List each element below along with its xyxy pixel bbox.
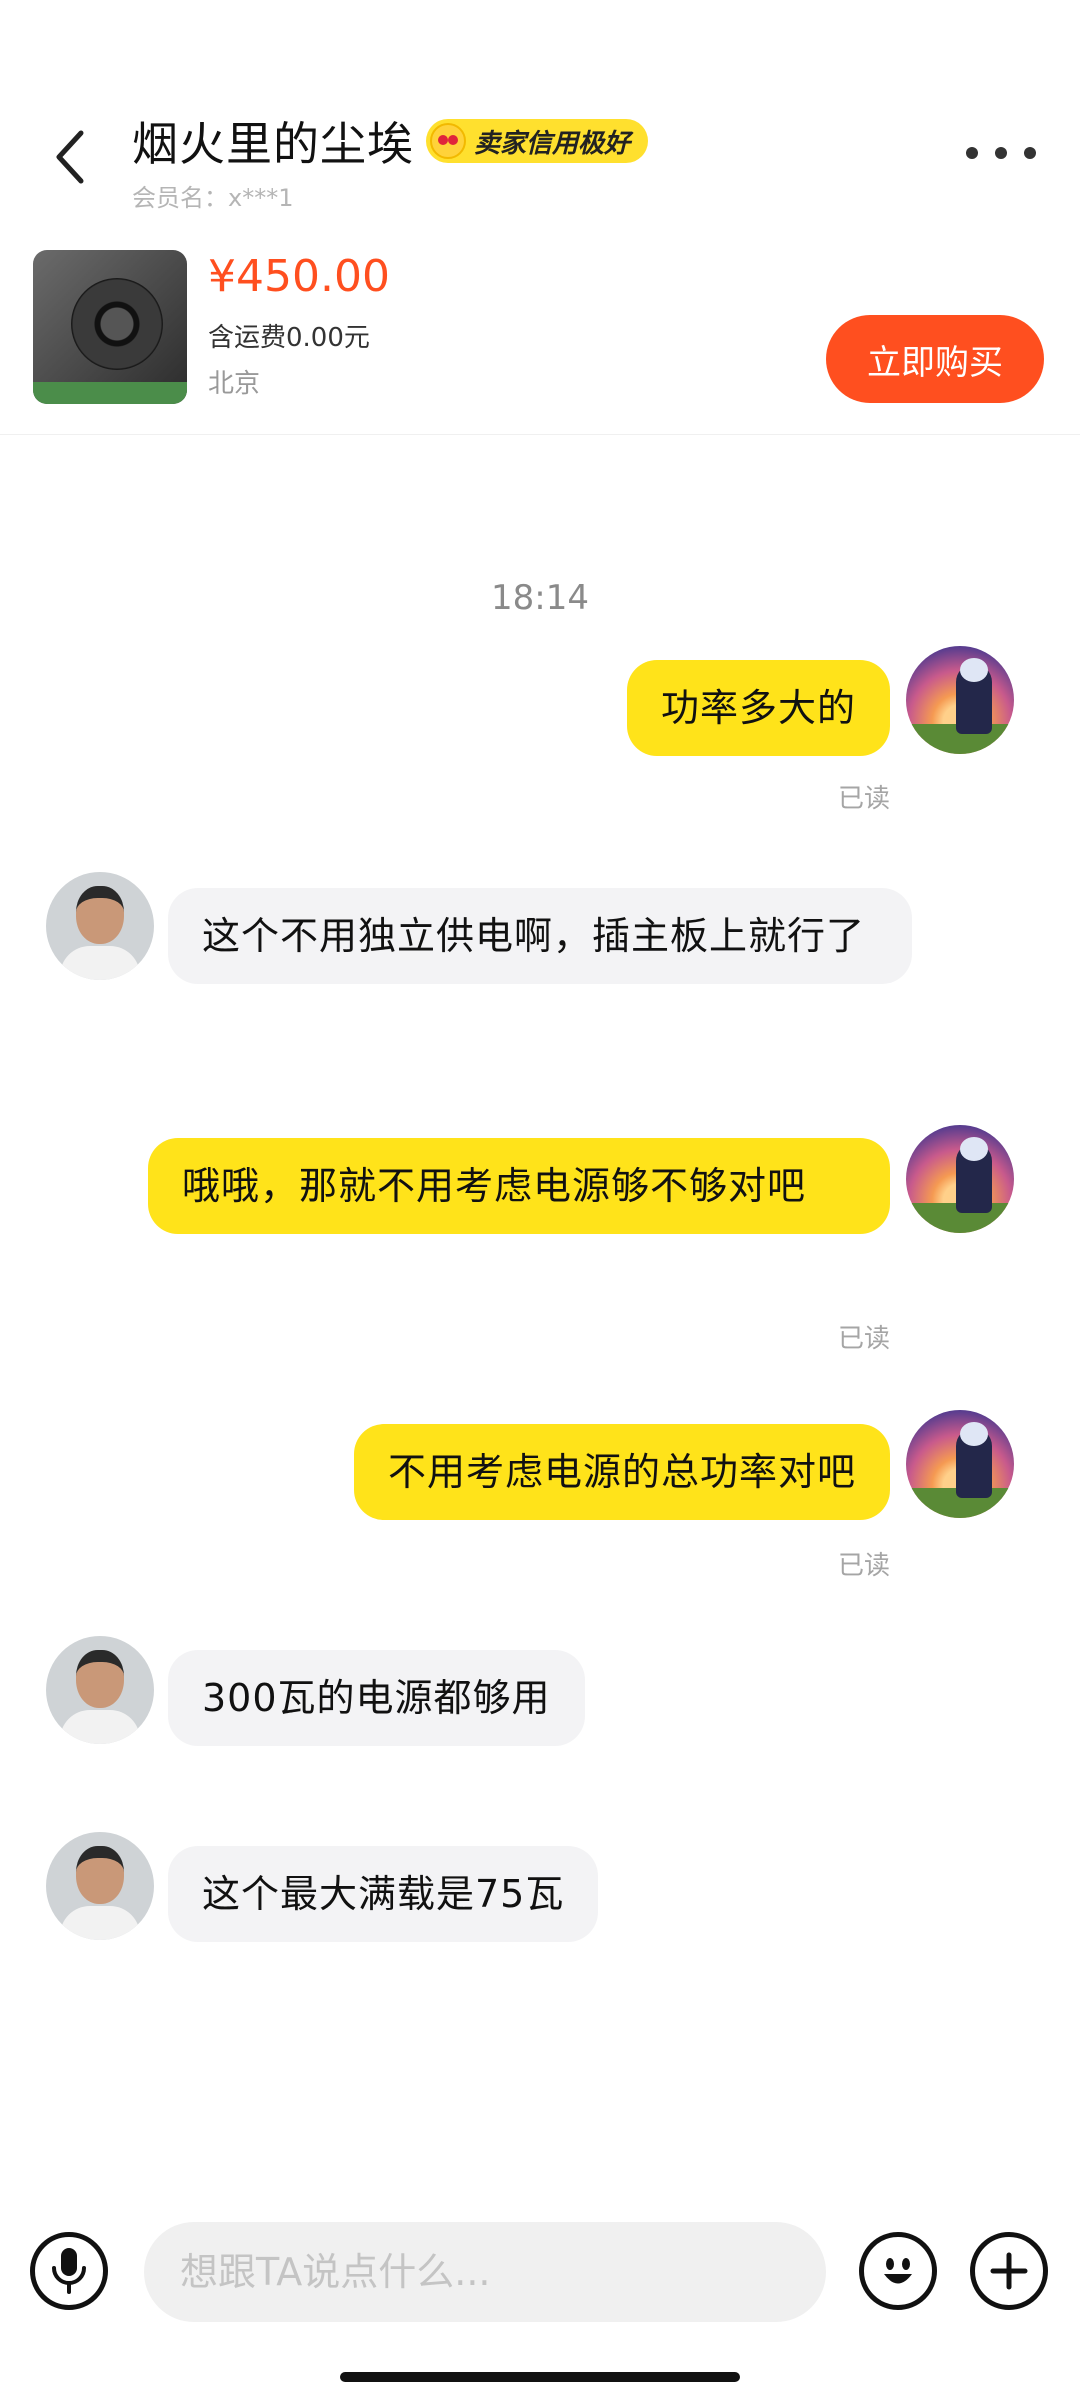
product-card[interactable]: ¥450.00 含运费0.00元 北京 立即购买	[0, 245, 1080, 435]
message-bubble-mine[interactable]: 功率多大的	[626, 660, 890, 756]
message-timestamp: 18:14	[491, 578, 589, 618]
my-avatar[interactable]	[906, 646, 1014, 754]
emoji-button[interactable]	[859, 2232, 937, 2310]
shipping-fee: 含运费0.00元	[208, 323, 370, 353]
chat-page: 烟火里的尘埃 卖家信用极好 会员名：x***1 ¥450.00 含运费0.00元…	[0, 0, 1080, 2400]
read-status: 已读	[837, 784, 890, 814]
seller-avatar[interactable]	[46, 872, 154, 980]
credit-badge[interactable]: 卖家信用极好	[426, 119, 649, 163]
read-status: 已读	[837, 1551, 890, 1581]
my-avatar[interactable]	[906, 1410, 1014, 1518]
my-avatar[interactable]	[906, 1125, 1014, 1233]
more-actions-button[interactable]	[970, 2232, 1048, 2310]
badge-face-icon	[430, 123, 466, 159]
plus-icon	[990, 2252, 1028, 2290]
graphics-card-fan-image	[71, 278, 163, 370]
seller-avatar[interactable]	[46, 1636, 154, 1744]
message-input[interactable]	[144, 2222, 826, 2322]
product-thumbnail[interactable]	[33, 250, 187, 404]
message-bubble-theirs[interactable]: 这个最大满载是75瓦	[168, 1846, 599, 1942]
message-bubble-theirs[interactable]: 这个不用独立供电啊，插主板上就行了	[168, 888, 912, 984]
read-status: 已读	[837, 1324, 890, 1354]
chevron-left-icon	[56, 130, 84, 184]
back-button[interactable]	[40, 122, 100, 192]
microphone-icon	[52, 2248, 86, 2294]
product-location: 北京	[208, 369, 261, 399]
more-button[interactable]	[966, 138, 1036, 168]
product-price: ¥450.00	[208, 251, 390, 302]
member-label: 会员名：x***1	[132, 184, 294, 212]
message-bubble-mine[interactable]: 哦哦，那就不用考虑电源够不够对吧	[148, 1138, 890, 1234]
seller-name[interactable]: 烟火里的尘埃	[132, 108, 414, 174]
emoji-icon	[884, 2258, 912, 2284]
seller-info: 烟火里的尘埃 卖家信用极好 会员名：x***1	[132, 108, 649, 213]
message-bubble-theirs[interactable]: 300瓦的电源都够用	[168, 1650, 585, 1746]
credit-badge-label: 卖家信用极好	[474, 128, 631, 159]
voice-button[interactable]	[30, 2232, 108, 2310]
message-input-bar	[0, 2218, 1080, 2328]
message-bubble-mine[interactable]: 不用考虑电源的总功率对吧	[353, 1424, 890, 1520]
more-dots-icon	[966, 147, 978, 159]
buy-now-button[interactable]: 立即购买	[826, 315, 1044, 403]
seller-avatar[interactable]	[46, 1832, 154, 1940]
chat-header: 烟火里的尘埃 卖家信用极好 会员名：x***1	[0, 100, 1080, 213]
home-indicator	[340, 2372, 740, 2382]
